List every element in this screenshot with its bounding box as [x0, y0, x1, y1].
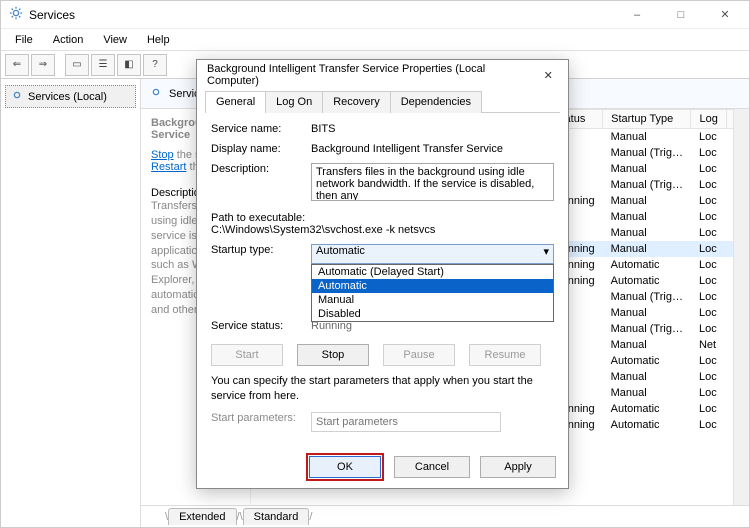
stop-service-link[interactable]: Stop	[151, 149, 174, 161]
startup-type-combobox[interactable]: Automatic ▾	[311, 244, 554, 264]
stop-button[interactable]: Stop	[297, 344, 369, 366]
hint-text: You can specify the start parameters tha…	[211, 374, 554, 404]
label-service-status: Service status:	[211, 320, 311, 332]
tab-dependencies[interactable]: Dependencies	[390, 91, 482, 113]
dialog-title: Background Intelligent Transfer Service …	[207, 63, 534, 87]
label-path: Path to executable:	[211, 212, 554, 224]
properties-dialog: Background Intelligent Transfer Service …	[196, 59, 569, 489]
label-start-params: Start parameters:	[211, 412, 311, 424]
menu-action[interactable]: Action	[45, 32, 92, 48]
pause-button: Pause	[383, 344, 455, 366]
menu-file[interactable]: File	[7, 32, 41, 48]
value-service-name: BITS	[311, 123, 554, 135]
col-startup[interactable]: Startup Type	[603, 110, 691, 129]
dialog-tabs: General Log On Recovery Dependencies	[205, 90, 560, 113]
nav-back-button[interactable]: ⇐	[5, 54, 29, 76]
description-textarea[interactable]: Transfers files in the background using …	[311, 163, 554, 201]
value-display-name: Background Intelligent Transfer Service	[311, 143, 554, 155]
tree-root-item[interactable]: Services (Local)	[5, 85, 136, 108]
close-button[interactable]: ✕	[703, 1, 747, 29]
gear-icon	[149, 85, 163, 102]
services-window: Services – □ ✕ File Action View Help ⇐ ⇒…	[0, 0, 750, 528]
cancel-button[interactable]: Cancel	[394, 456, 470, 478]
toolbar-btn-4[interactable]: ?	[143, 54, 167, 76]
menu-view[interactable]: View	[95, 32, 135, 48]
window-title: Services	[29, 8, 75, 22]
bottom-tabs: \ Extended /\ Standard /	[141, 505, 749, 527]
toolbar-btn-1[interactable]: ▭	[65, 54, 89, 76]
minimize-button[interactable]: –	[615, 1, 659, 29]
apply-button[interactable]: Apply	[480, 456, 556, 478]
label-startup-type: Startup type:	[211, 244, 311, 256]
menu-help[interactable]: Help	[139, 32, 178, 48]
maximize-button[interactable]: □	[659, 1, 703, 29]
resume-button: Resume	[469, 344, 541, 366]
col-log[interactable]: Log	[691, 110, 726, 129]
toolbar-btn-3[interactable]: ◧	[117, 54, 141, 76]
chevron-down-icon: ▾	[543, 245, 549, 258]
ok-button[interactable]: OK	[309, 456, 381, 478]
value-path: C:\Windows\System32\svchost.exe -k netsv…	[211, 224, 554, 236]
nav-fwd-button[interactable]: ⇒	[31, 54, 55, 76]
startup-type-dropdown[interactable]: Automatic (Delayed Start) Automatic Manu…	[311, 264, 554, 322]
gear-icon	[9, 6, 23, 23]
label-description: Description:	[211, 163, 311, 175]
tree-root-label: Services (Local)	[28, 91, 107, 103]
dialog-close-button[interactable]: ✕	[534, 64, 562, 86]
menubar: File Action View Help	[1, 29, 749, 51]
ok-highlight: OK	[306, 453, 384, 481]
titlebar: Services – □ ✕	[1, 1, 749, 29]
tab-logon[interactable]: Log On	[265, 91, 323, 113]
tree-pane: Services (Local)	[1, 79, 141, 527]
dd-opt-delayed[interactable]: Automatic (Delayed Start)	[312, 265, 553, 279]
tab-general[interactable]: General	[205, 91, 266, 113]
dd-opt-automatic[interactable]: Automatic	[312, 279, 553, 293]
restart-service-link[interactable]: Restart	[151, 161, 186, 173]
label-service-name: Service name:	[211, 123, 311, 135]
toolbar-btn-2[interactable]: ☰	[91, 54, 115, 76]
gear-icon	[10, 88, 24, 105]
dd-opt-manual[interactable]: Manual	[312, 293, 553, 307]
start-button: Start	[211, 344, 283, 366]
tab-extended[interactable]: Extended	[168, 508, 236, 525]
tab-standard[interactable]: Standard	[243, 508, 310, 525]
tab-recovery[interactable]: Recovery	[322, 91, 390, 113]
label-display-name: Display name:	[211, 143, 311, 155]
vertical-scrollbar[interactable]	[733, 109, 749, 505]
start-params-input	[311, 412, 501, 432]
dd-opt-disabled[interactable]: Disabled	[312, 307, 553, 321]
